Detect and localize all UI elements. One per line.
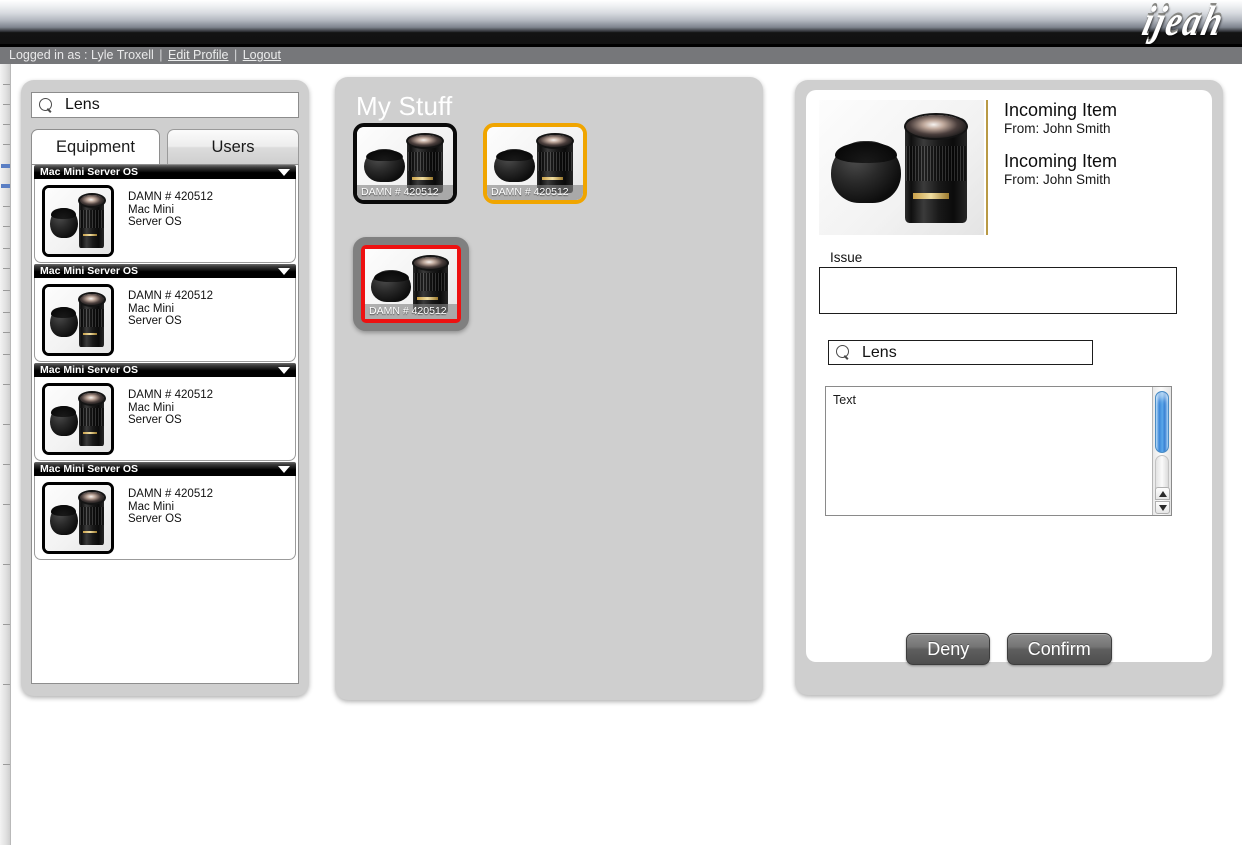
equipment-search-box[interactable] [31, 92, 299, 118]
notes-scrollbar[interactable] [1152, 387, 1171, 515]
incoming-item-from: From: John Smith [1004, 172, 1111, 187]
equipment-list[interactable]: Mac Mini Server OS DAMN # 420512 Mac Min… [31, 164, 299, 684]
app-logo: ijeah [1138, 0, 1229, 44]
list-item-name: Mac Mini [128, 203, 175, 216]
list-item-details: DAMN # 420512 Mac Mini Server OS [128, 383, 213, 427]
list-item-header-label: Mac Mini Server OS [40, 463, 139, 475]
list-item-body: DAMN # 420512 Mac Mini Server OS [34, 476, 296, 560]
list-item-header-label: Mac Mini Server OS [40, 265, 139, 277]
my-stuff-card[interactable]: DAMN # 420512 [353, 123, 457, 204]
action-buttons: Deny Confirm [806, 633, 1212, 665]
chevron-down-icon[interactable] [278, 367, 290, 374]
card-selection-ring: DAMN # 420512 [361, 245, 461, 323]
list-item-details: DAMN # 420512 Mac Mini Server OS [128, 185, 213, 229]
list-item-body: DAMN # 420512 Mac Mini Server OS [34, 179, 296, 263]
search-icon [836, 345, 851, 360]
card-image: DAMN # 420512 [357, 127, 453, 200]
list-item-details: DAMN # 420512 Mac Mini Server OS [128, 284, 213, 328]
login-prefix-label: Logged in as : [9, 48, 88, 62]
incoming-detail-panel: Incoming Item From: John Smith Incoming … [795, 80, 1223, 695]
notes-textarea[interactable]: Text [826, 387, 1152, 515]
issue-field[interactable] [819, 267, 1177, 314]
card-image: DAMN # 420512 [487, 127, 583, 200]
list-item-desc: Server OS [128, 216, 182, 228]
scroll-down-arrow-icon[interactable] [1155, 501, 1170, 514]
app-banner: ijeah [0, 0, 1242, 44]
list-item[interactable]: Mac Mini Server OS DAMN # 420512 Mac Min… [34, 165, 296, 263]
deny-button[interactable]: Deny [906, 633, 991, 665]
chevron-down-icon[interactable] [278, 466, 290, 473]
equipment-browser-panel: Equipment Users Mac Mini Server OS [21, 80, 309, 696]
edit-profile-link[interactable]: Edit Profile [168, 48, 228, 62]
scrollbar-thumb[interactable] [1155, 391, 1169, 453]
incoming-item-from: From: John Smith [1004, 121, 1111, 136]
tab-users-label: Users [211, 137, 255, 156]
my-stuff-panel: My Stuff DAMN # 420512 DAMN # 420512 DAM… [335, 77, 763, 700]
logout-link[interactable]: Logout [243, 48, 281, 62]
browser-tabs: Equipment Users [31, 129, 299, 164]
list-item-header[interactable]: Mac Mini Server OS [34, 165, 296, 179]
list-item[interactable]: Mac Mini Server OS DAMN # 420512 Mac Min… [34, 264, 296, 362]
my-stuff-title: My Stuff [356, 91, 453, 121]
list-item-body: DAMN # 420512 Mac Mini Server OS [34, 278, 296, 362]
list-item-name: Mac Mini [128, 401, 175, 414]
chevron-down-icon[interactable] [278, 268, 290, 275]
logged-in-user: Lyle Troxell [91, 48, 154, 62]
issue-label: Issue [830, 250, 863, 265]
list-item-thumbnail[interactable] [42, 185, 114, 257]
card-caption: DAMN # 420512 [487, 185, 583, 200]
item-search-input[interactable] [860, 342, 1092, 363]
incoming-items-list: Incoming Item From: John Smith Incoming … [1004, 100, 1117, 235]
tab-users[interactable]: Users [167, 129, 299, 164]
incoming-item-title: Incoming Item [1004, 151, 1118, 171]
incoming-item-title: Incoming Item [1004, 100, 1118, 120]
list-item-id: DAMN # 420512 [128, 191, 214, 203]
chevron-down-icon[interactable] [278, 169, 290, 176]
list-item-body: DAMN # 420512 Mac Mini Server OS [34, 377, 296, 461]
incoming-item-image [819, 100, 984, 235]
my-stuff-card-selected[interactable]: DAMN # 420512 [353, 237, 469, 331]
list-item[interactable]: Mac Mini Server OS DAMN # 420512 Mac Min… [34, 462, 296, 560]
scroll-up-arrow-icon[interactable] [1155, 487, 1170, 500]
card-caption: DAMN # 420512 [365, 304, 457, 319]
gold-divider [986, 100, 988, 235]
list-item-header[interactable]: Mac Mini Server OS [34, 363, 296, 377]
login-separator-1: | [159, 48, 163, 62]
item-search-box[interactable] [828, 340, 1093, 365]
list-item-id: DAMN # 420512 [128, 389, 214, 401]
card-caption: DAMN # 420512 [357, 185, 453, 200]
list-item-desc: Server OS [128, 513, 182, 525]
confirm-button[interactable]: Confirm [1006, 633, 1112, 665]
list-item-details: DAMN # 420512 Mac Mini Server OS [128, 482, 213, 526]
my-stuff-card[interactable]: DAMN # 420512 [483, 123, 587, 204]
card-image: DAMN # 420512 [365, 249, 457, 319]
incoming-header: Incoming Item From: John Smith Incoming … [819, 100, 1117, 235]
list-item-name: Mac Mini [128, 500, 175, 513]
window-edge-ruler[interactable] [0, 64, 11, 845]
list-item-thumbnail[interactable] [42, 284, 114, 356]
list-item-desc: Server OS [128, 315, 182, 327]
tab-equipment[interactable]: Equipment [31, 129, 160, 164]
search-icon [39, 97, 54, 113]
list-item-name: Mac Mini [128, 302, 175, 315]
list-item-header[interactable]: Mac Mini Server OS [34, 264, 296, 278]
equipment-search-input[interactable] [63, 95, 298, 115]
login-bar: Logged in as : Lyle Troxell | Edit Profi… [0, 47, 1242, 64]
login-separator-2: | [233, 48, 238, 62]
tab-equipment-label: Equipment [56, 137, 135, 156]
list-item-thumbnail[interactable] [42, 383, 114, 455]
list-item-header-label: Mac Mini Server OS [40, 364, 139, 376]
list-item[interactable]: Mac Mini Server OS DAMN # 420512 Mac Min… [34, 363, 296, 461]
page-content: Equipment Users Mac Mini Server OS [12, 64, 1242, 845]
list-item-id: DAMN # 420512 [128, 488, 214, 500]
incoming-card: Incoming Item From: John Smith Incoming … [806, 90, 1212, 665]
list-item-thumbnail[interactable] [42, 482, 114, 554]
list-item-id: DAMN # 420512 [128, 290, 214, 302]
notes-textarea-wrapper[interactable]: Text [825, 386, 1172, 516]
list-item-desc: Server OS [128, 414, 182, 426]
list-item-header[interactable]: Mac Mini Server OS [34, 462, 296, 476]
list-item-header-label: Mac Mini Server OS [40, 166, 139, 178]
